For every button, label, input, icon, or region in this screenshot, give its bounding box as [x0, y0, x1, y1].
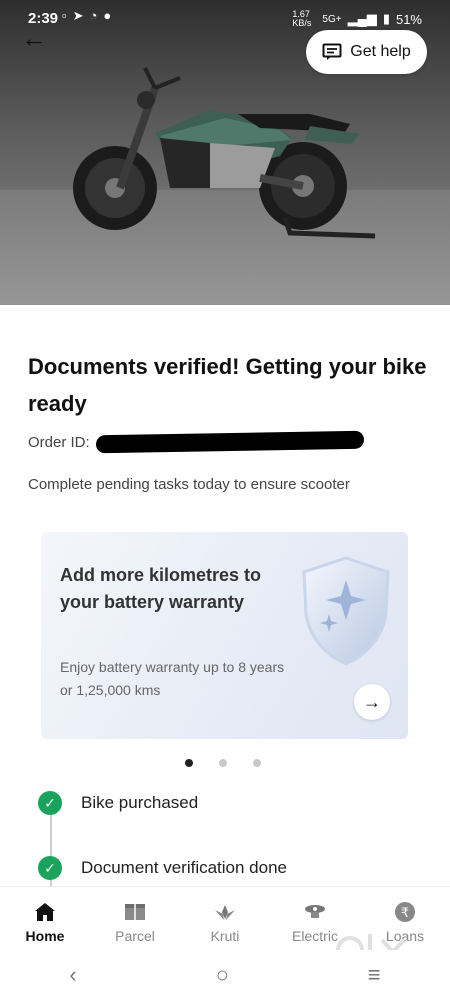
carousel-indicator — [185, 759, 261, 767]
system-home-icon[interactable]: ○ — [216, 962, 229, 988]
step-bike-purchased: ✓ Bike purchased — [38, 791, 198, 815]
motorcycle-image — [73, 67, 376, 239]
battery-warranty-card[interactable]: Add more kilometres to your battery warr… — [41, 532, 408, 739]
carousel-dot[interactable] — [219, 759, 227, 767]
network-speed: 1.67 KB/s — [292, 9, 312, 28]
arrow-right-icon: → — [363, 691, 381, 712]
back-button[interactable]: ← — [18, 24, 50, 52]
card-title: Add more kilometres to your battery warr… — [60, 565, 262, 612]
notification-icons: ▫➤◔● — [62, 8, 118, 23]
signal-icon: ▂▄▆ — [347, 11, 377, 26]
nav-label: Home — [25, 928, 65, 944]
get-help-label: Get help — [350, 43, 411, 60]
parcel-icon — [125, 904, 145, 920]
card-arrow-button[interactable]: → — [354, 684, 390, 720]
nav-label: Electric — [292, 928, 338, 944]
nav-home[interactable]: Home — [0, 887, 90, 950]
network-type: 5G+ — [322, 13, 342, 25]
status-right: 1.67 KB/s 5G+ ▂▄▆ ▮ 51% — [292, 10, 422, 28]
nav-label: Parcel — [115, 928, 155, 944]
battery-icon: ▮ — [382, 11, 390, 26]
electric-icon — [305, 905, 325, 918]
chat-icon — [322, 43, 342, 60]
nav-label: Kruti — [210, 928, 240, 944]
status-bar: 2:39 ▫➤◔● 1.67 KB/s 5G+ ▂▄▆ ▮ 51% — [0, 0, 450, 34]
get-help-button[interactable]: Get help — [306, 30, 427, 74]
carousel-dot[interactable] — [253, 759, 261, 767]
system-menu-icon[interactable]: ≡ — [368, 962, 381, 988]
step-document-verification: ✓ Document verification done — [38, 856, 287, 880]
timeline-connector — [50, 813, 52, 893]
system-back-icon[interactable]: ‹ — [69, 962, 76, 988]
step-label: Bike purchased — [81, 793, 199, 812]
card-subtitle: Enjoy battery warranty up to 8 years or … — [60, 659, 285, 698]
arrow-left-icon: ← — [21, 23, 47, 53]
kruti-icon — [215, 905, 235, 920]
nav-kruti[interactable]: Kruti — [180, 887, 270, 950]
order-id: Order ID: — [28, 430, 364, 454]
battery-level: 51% — [395, 11, 422, 27]
svg-text:₹: ₹ — [401, 906, 409, 921]
carousel-dot[interactable] — [185, 759, 193, 767]
nav-parcel[interactable]: Parcel — [90, 887, 180, 950]
shield-sparkle-icon — [302, 556, 390, 666]
check-icon: ✓ — [38, 856, 62, 880]
pending-tasks-text: Complete pending tasks today to ensure s… — [28, 476, 350, 493]
order-id-redacted — [95, 430, 364, 454]
system-navigation-bar: ‹ ○ ≡ — [0, 950, 450, 1000]
home-icon — [35, 903, 55, 921]
step-label: Document verification done — [81, 858, 288, 877]
order-id-label: Order ID: — [28, 433, 90, 451]
check-icon: ✓ — [38, 791, 62, 815]
page-title: Documents verified! Getting your bike re… — [28, 354, 427, 416]
rupee-icon: ₹ — [395, 902, 415, 922]
